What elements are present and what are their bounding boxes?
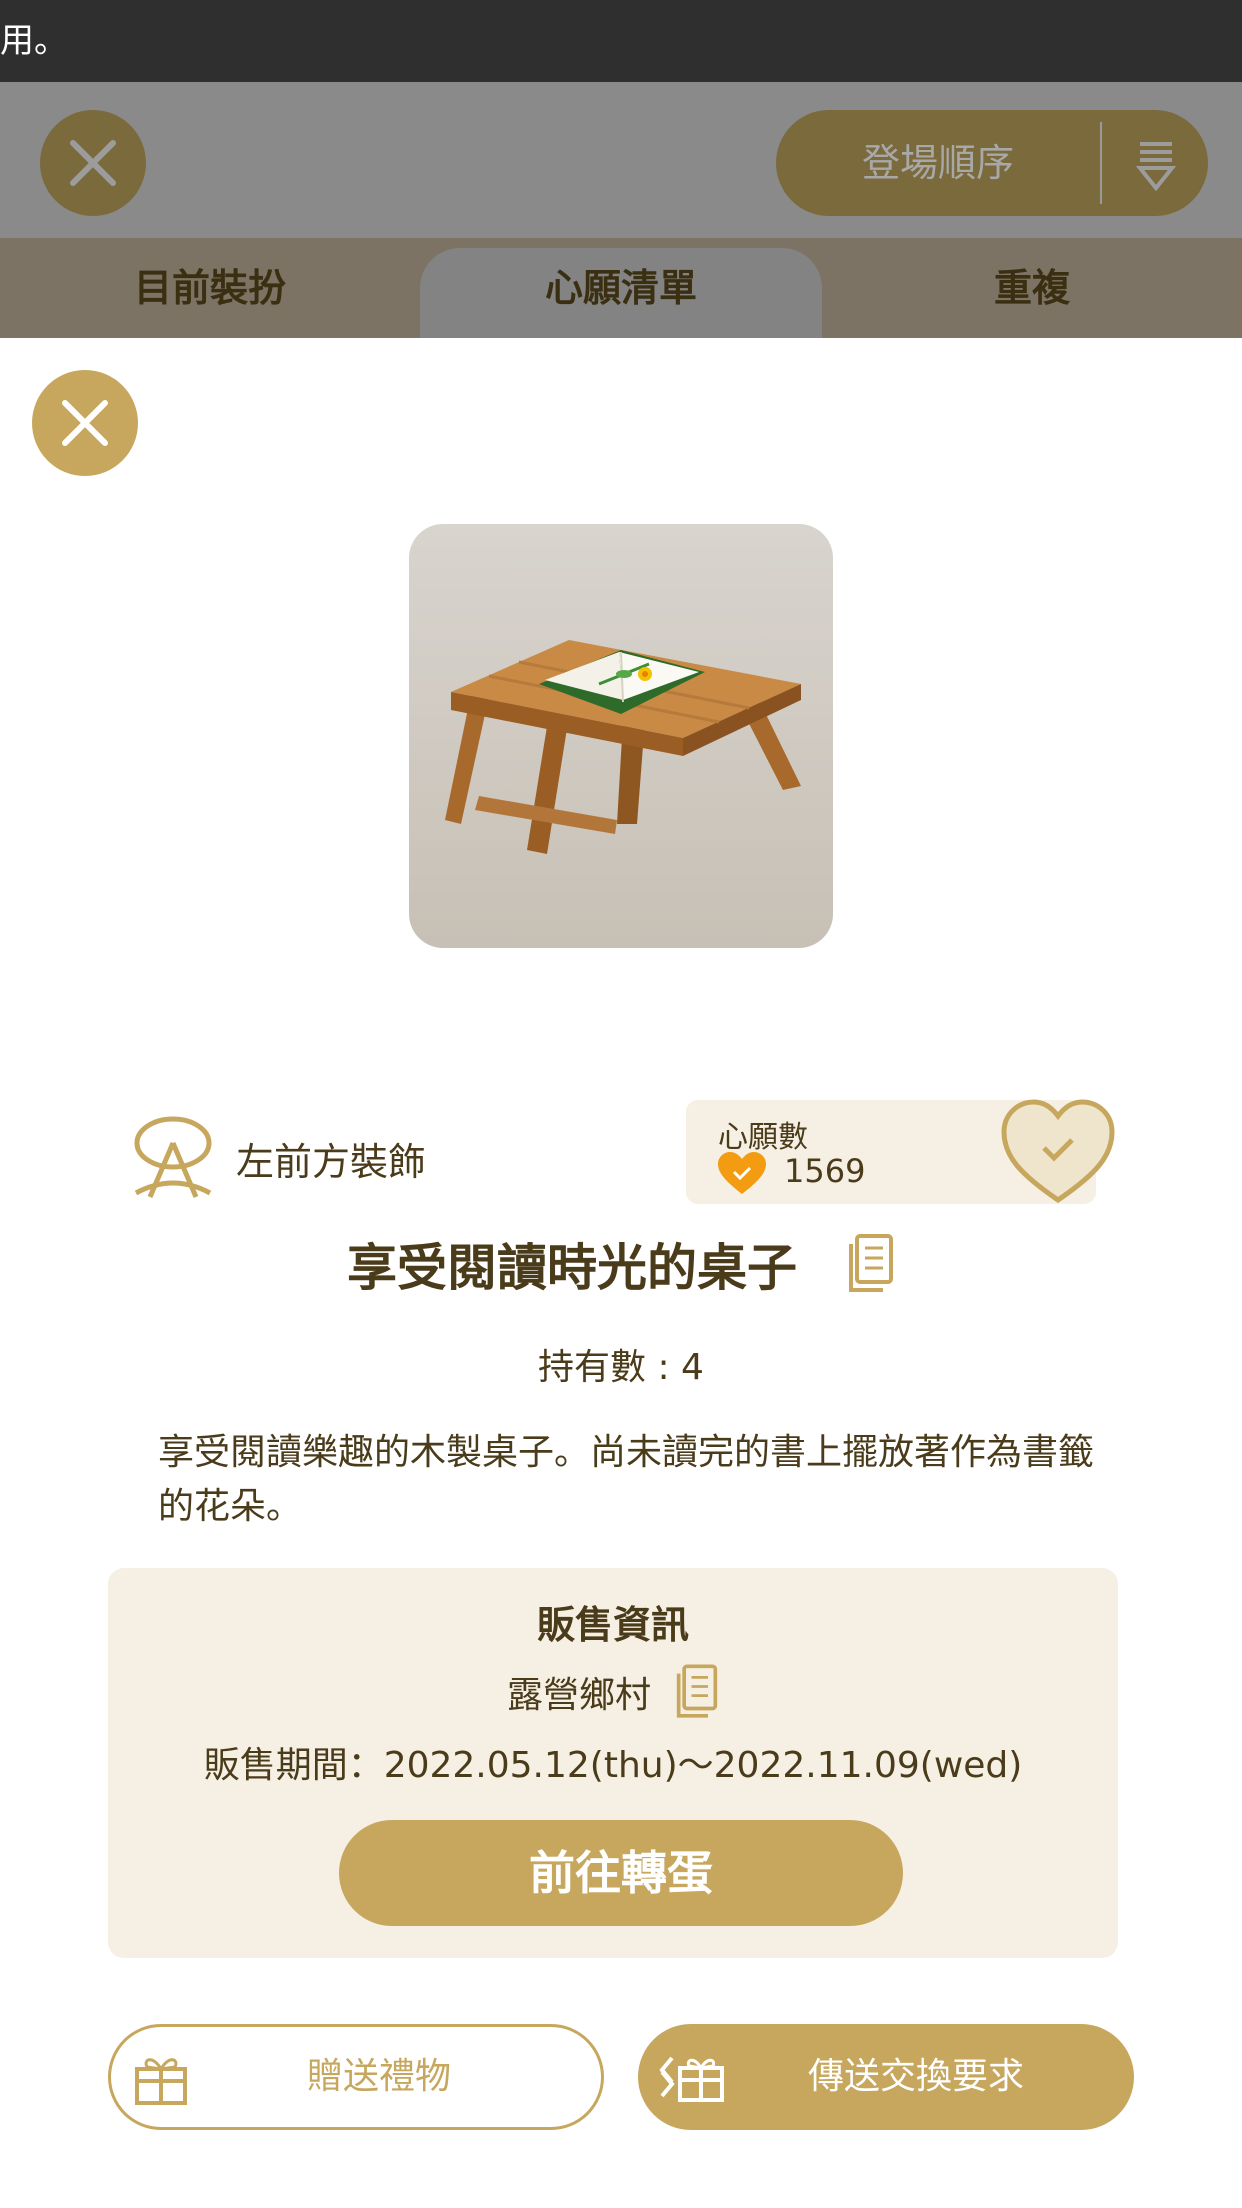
sale-period: 販售期間：2022.05.12(thu)～2022.11.09(wed): [203, 1745, 1023, 1786]
item-name: 享受閱讀時光的桌子: [347, 1239, 797, 1297]
send-trade-request-button[interactable]: 傳送交換要求: [638, 2024, 1134, 2130]
wishlist-heart-icon[interactable]: [998, 1096, 1118, 1206]
equip-slot: 左前方裝飾: [128, 1108, 426, 1208]
sale-info-title: 販售資訊: [536, 1603, 689, 1647]
heart-check-icon: [718, 1152, 766, 1194]
send-trade-request-label: 傳送交換要求: [807, 2056, 1024, 2097]
item-name-row: 享受閱讀時光的桌子: [0, 1228, 1242, 1300]
item-image: [409, 524, 833, 948]
tab-bar: 目前裝扮 心願清單 重複: [0, 238, 1242, 338]
item-description: 享受閱讀樂趣的木製桌子。尚未讀完的書上擺放著作為書籤的花朵。: [158, 1432, 1095, 1527]
copy-icon[interactable]: [847, 1234, 895, 1294]
sale-shop-row: 露營鄉村: [108, 1664, 1118, 1720]
shop-name: 露營鄉村: [506, 1675, 651, 1716]
tab-wishlist[interactable]: 心願清單: [420, 248, 822, 338]
sort-order-icon[interactable]: [1128, 136, 1184, 192]
sort-button[interactable]: 登場順序: [776, 110, 1208, 216]
tab-duplicates[interactable]: 重複: [822, 238, 1242, 338]
send-gift-button[interactable]: 贈送禮物: [108, 2024, 604, 2130]
item-detail-sheet: 左前方裝飾 心願數 1569 享受閱讀時光的桌子 持有數 : 4 享受閱讀樂趣的…: [0, 338, 1242, 2208]
close-button[interactable]: [40, 110, 146, 216]
front-left-decoration-icon: [134, 1116, 212, 1198]
status-text: 用。: [0, 21, 68, 61]
tab-current-outfit[interactable]: 目前裝扮: [0, 238, 420, 338]
close-icon: [70, 140, 116, 186]
app-bar: 登場順序: [0, 82, 1242, 238]
sheet-close-button[interactable]: [32, 370, 138, 476]
go-to-gacha-button[interactable]: 前往轉蛋: [339, 1820, 903, 1926]
sale-info-panel: 販售資訊 露營鄉村 販售期間：2022.05.12(thu)～2022.11.0…: [108, 1568, 1118, 1958]
close-icon: [62, 400, 108, 446]
owned-count: 持有數 : 4: [538, 1347, 704, 1388]
sort-label: 登場順序: [861, 141, 1014, 185]
wish-count-title: 心願數: [718, 1120, 808, 1155]
divider: [1100, 122, 1102, 204]
copy-icon[interactable]: [675, 1664, 719, 1720]
status-bar: 用。: [0, 0, 1242, 82]
send-gift-label: 贈送禮物: [306, 2056, 451, 2097]
table-illustration: [445, 640, 801, 854]
slot-label: 左前方裝飾: [236, 1139, 427, 1184]
wish-count-value: 1569: [784, 1152, 866, 1190]
